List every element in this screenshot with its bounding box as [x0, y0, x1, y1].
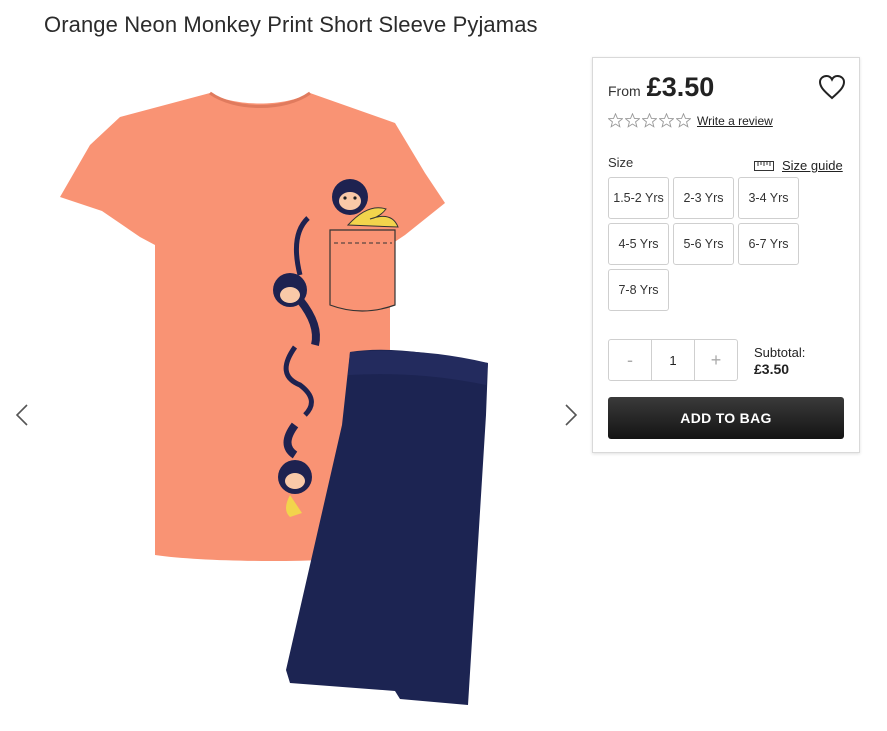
add-to-bag-button[interactable]: ADD TO BAG [608, 397, 844, 439]
size-option[interactable]: 6-7 Yrs [738, 223, 799, 265]
size-option[interactable]: 1.5-2 Yrs [608, 177, 669, 219]
gallery-prev-button[interactable] [12, 400, 32, 430]
quantity-decrement-button[interactable]: - [609, 340, 651, 380]
size-option[interactable]: 5-6 Yrs [673, 223, 734, 265]
size-options: 1.5-2 Yrs 2-3 Yrs 3-4 Yrs 4-5 Yrs 5-6 Yr… [608, 177, 803, 311]
price-value: £3.50 [646, 72, 715, 102]
chevron-right-icon [565, 404, 578, 426]
heart-icon [818, 74, 846, 100]
size-option[interactable]: 7-8 Yrs [608, 269, 669, 311]
chevron-left-icon [15, 404, 28, 426]
rating-row: Write a review [608, 113, 773, 128]
buy-box: From £3.50 Write a review Size Size guid… [592, 57, 860, 453]
page-title: Orange Neon Monkey Print Short Sleeve Py… [44, 12, 538, 37]
gallery-next-button[interactable] [561, 400, 581, 430]
wishlist-button[interactable] [818, 74, 846, 100]
size-option[interactable]: 2-3 Yrs [673, 177, 734, 219]
product-image [60, 91, 488, 705]
subtotal-value: £3.50 [754, 361, 790, 377]
star-icon [659, 113, 674, 128]
quantity-increment-button[interactable]: + [695, 340, 737, 380]
subtotal: Subtotal: £3.50 [754, 344, 805, 378]
subtotal-label: Subtotal: [754, 345, 806, 360]
ruler-icon [754, 160, 774, 171]
product-gallery [0, 60, 590, 731]
star-icon [676, 113, 691, 128]
star-icon [625, 113, 640, 128]
pocket [329, 229, 396, 312]
size-option[interactable]: 3-4 Yrs [738, 177, 799, 219]
quantity-stepper: - 1 + [608, 339, 738, 381]
price-prefix: From [608, 83, 641, 99]
star-icon [642, 113, 657, 128]
write-review-link[interactable]: Write a review [697, 114, 773, 128]
quantity-input[interactable]: 1 [651, 340, 695, 380]
size-option[interactable]: 4-5 Yrs [608, 223, 669, 265]
star-icon [608, 113, 623, 128]
price-row: From £3.50 [608, 72, 714, 103]
size-label: Size [608, 155, 634, 170]
size-guide-link[interactable]: Size guide [754, 158, 843, 173]
size-guide-label: Size guide [782, 158, 843, 173]
star-rating [608, 113, 691, 128]
